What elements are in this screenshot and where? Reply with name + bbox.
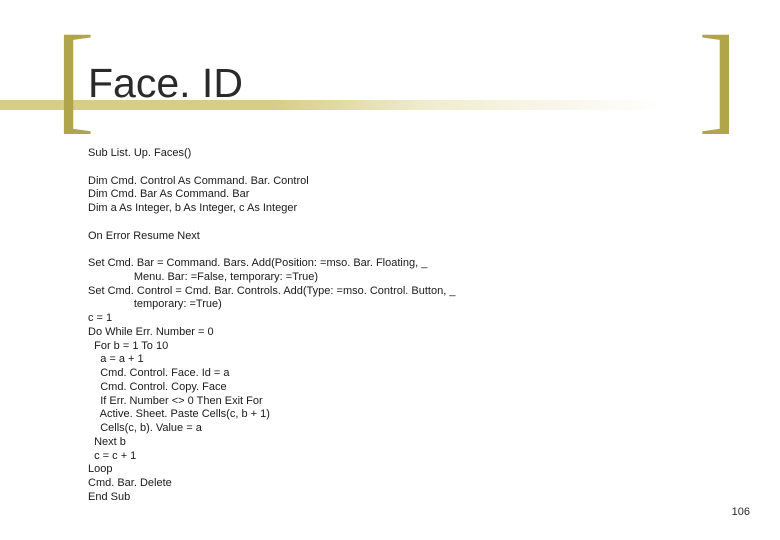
- bracket-right-icon: ]: [698, 18, 738, 138]
- slide-title: Face. ID: [88, 60, 243, 107]
- page-number: 106: [732, 506, 750, 518]
- code-content: Sub List. Up. Faces() Dim Cmd. Control A…: [88, 147, 455, 505]
